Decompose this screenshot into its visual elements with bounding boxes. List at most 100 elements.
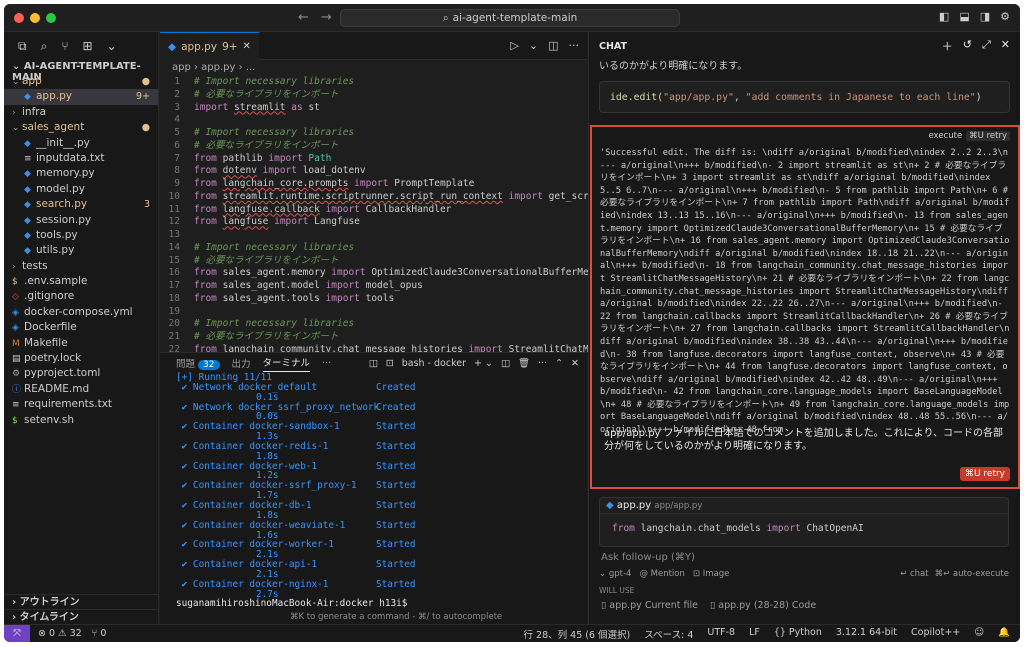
more-icon[interactable]: ··· <box>569 39 580 52</box>
search-icon[interactable]: ⌕ <box>41 39 48 53</box>
language-mode[interactable]: {} Python <box>774 627 822 641</box>
close-icon[interactable]: ✕ <box>1001 38 1010 54</box>
shell-selector[interactable]: bash - docker <box>402 358 466 369</box>
outline-section[interactable]: › アウトライン <box>4 594 158 609</box>
retry-button-secondary[interactable]: ⌘U retry <box>959 467 1010 481</box>
context-code: from langchain.chat_models import ChatOp… <box>600 514 1008 544</box>
tab-problems[interactable]: 問題 32 <box>176 356 220 370</box>
explorer-root-title[interactable]: ⌄ AI-AGENT-TEMPLATE-MAIN <box>4 58 158 83</box>
expand-icon[interactable]: ⤢ <box>982 38 991 54</box>
file-tree-item[interactable]: ⌄ sales_agent ● <box>4 120 158 135</box>
file-tree-item[interactable]: ◆ session.py <box>4 213 158 228</box>
add-terminal-icon[interactable]: + ⌄ <box>474 358 493 369</box>
files-icon[interactable]: ⧉ <box>18 39 27 53</box>
file-tree-item[interactable]: ⓘ README.md <box>4 382 158 397</box>
end-of-line[interactable]: LF <box>749 627 760 641</box>
file-tree-item[interactable]: $ .env.sample <box>4 274 158 289</box>
terminal-output[interactable]: [+] Running 11/11 ✔ Network docker_defau… <box>160 373 587 609</box>
line-number: 3 <box>174 101 180 113</box>
file-tree-item[interactable]: ≡ requirements.txt <box>4 397 158 412</box>
image-button[interactable]: ⊡ Image <box>693 566 729 582</box>
context-code-range[interactable]: ▯ app.py (28-28) Code <box>710 600 816 611</box>
file-tree-item[interactable]: ◇ .gitignore <box>4 289 158 304</box>
cursor-position[interactable]: 行 28、列 45 (6 個選択) <box>524 627 631 641</box>
python-interpreter[interactable]: 3.12.1 64-bit <box>836 627 897 641</box>
ports-status[interactable]: ⑂ 0 <box>92 628 107 639</box>
file-tree-item[interactable]: ◆ search.py 3 <box>4 197 158 212</box>
copilot-status[interactable]: Copilot++ <box>911 627 960 641</box>
accounts-icon[interactable]: ☺ <box>974 627 984 641</box>
follow-up-composer: Ask follow-up (⌘Y) ⌄ gpt-4 @ Mention ⊡ I… <box>599 550 1009 582</box>
panel-more-button[interactable]: ··· <box>322 358 331 369</box>
file-tree-item[interactable]: ◆ __init__.py <box>4 136 158 151</box>
chevron-down-icon[interactable]: ⌄ <box>529 39 538 52</box>
code-view[interactable]: 1 # Import necessary libraries 2 # 必要なライブラリ… <box>160 76 618 357</box>
back-arrow-icon[interactable]: ← <box>298 10 309 25</box>
file-tree-item[interactable]: ◆ memory.py <box>4 166 158 181</box>
chevron-down-icon[interactable]: ⌄ <box>107 39 117 53</box>
model-selector[interactable]: ⌄ gpt-4 <box>599 566 631 582</box>
tool-call-sep: , <box>733 92 746 103</box>
context-file-header[interactable]: ◆ app.py app/app.py <box>600 498 1008 514</box>
file-tree-item[interactable]: ⚙ pyproject.toml <box>4 366 158 381</box>
minimize-window-button[interactable] <box>30 13 40 23</box>
code-line: 12 from langfuse import Langfuse <box>160 216 587 229</box>
follow-up-input[interactable]: Ask follow-up (⌘Y) <box>599 550 1009 566</box>
maximize-panel-icon[interactable]: ⌃ <box>555 358 563 369</box>
timeline-section[interactable]: › タイムライン <box>4 609 158 624</box>
split-terminal-icon[interactable]: ◫ <box>369 358 378 369</box>
close-icon[interactable]: ✕ <box>571 358 579 369</box>
history-icon[interactable]: ↺ <box>963 38 972 54</box>
file-tree-item[interactable]: M Makefile <box>4 336 158 351</box>
mention-button[interactable]: @ Mention <box>639 566 684 582</box>
source-control-icon[interactable]: ⑂ <box>61 39 68 53</box>
file-tree-item[interactable]: ≡ inputdata.txt <box>4 151 158 166</box>
breadcrumb[interactable]: app › app.py › ... <box>160 60 587 76</box>
split-icon[interactable]: ◫ <box>501 358 510 369</box>
tab-app-py[interactable]: ◆ app.py 9+ ✕ <box>160 32 259 60</box>
command-center-search[interactable]: ⌕ ai-agent-template-main <box>340 9 680 27</box>
run-icon[interactable]: ▷ <box>510 39 518 52</box>
file-tree-item[interactable]: $ setenv.sh <box>4 413 158 428</box>
file-tree-item[interactable]: ◆ utils.py <box>4 243 158 258</box>
tab-terminal[interactable]: ターミナル <box>262 355 311 372</box>
python-file-icon: ◆ <box>168 40 177 53</box>
trash-icon[interactable]: 🗑 <box>518 358 530 369</box>
split-editor-icon[interactable]: ◫ <box>548 39 558 52</box>
close-window-button[interactable] <box>14 13 24 23</box>
assistant-message-tail: いるのかがより明確になります。 <box>599 61 748 72</box>
gear-icon[interactable]: ⚙ <box>1000 10 1010 23</box>
zoom-window-button[interactable] <box>46 13 56 23</box>
forward-arrow-icon[interactable]: → <box>321 10 332 25</box>
indentation[interactable]: スペース: 4 <box>644 627 693 641</box>
encoding[interactable]: UTF-8 <box>707 627 735 641</box>
toggle-sidebar-icon[interactable]: ◧ <box>939 10 949 23</box>
file-tree-item[interactable]: ▤ poetry.lock <box>4 351 158 366</box>
toggle-secondary-sidebar-icon[interactable]: ◨ <box>980 10 990 23</box>
nav-arrows: ← → <box>298 10 332 25</box>
extensions-icon[interactable]: ⊞ <box>83 39 93 53</box>
file-tree-item[interactable]: ◈ docker-compose.yml <box>4 305 158 320</box>
terminal-prompt[interactable]: suganamihiroshinoMacBook-Air:docker h13i… <box>176 599 587 609</box>
bell-icon[interactable]: 🔔 <box>998 627 1010 641</box>
chat-submit-button[interactable]: ↵ chat <box>900 566 928 582</box>
file-tree-item[interactable]: ⌄ app ● <box>4 74 158 89</box>
problems-status[interactable]: ⊗ 0 ⚠ 32 <box>38 628 82 639</box>
tab-output[interactable]: 出力 <box>232 356 251 370</box>
toggle-panel-icon[interactable]: ⬓ <box>959 10 969 23</box>
file-tree-item[interactable]: › tests <box>4 259 158 274</box>
file-tree-item[interactable]: ◆ model.py <box>4 182 158 197</box>
auto-execute-button[interactable]: ⌘↵ auto-execute <box>935 566 1009 582</box>
close-icon[interactable]: ✕ <box>243 41 251 52</box>
file-tree-item[interactable]: ◈ Dockerfile <box>4 320 158 335</box>
file-tree-item[interactable]: ◆ tools.py <box>4 228 158 243</box>
retry-button[interactable]: ⌘U retry <box>966 131 1010 141</box>
remote-indicator-icon[interactable]: ⤧ <box>4 624 30 642</box>
more-icon[interactable]: ··· <box>538 358 547 369</box>
new-chat-icon[interactable]: ＋ <box>942 38 953 54</box>
file-tree-item[interactable]: ◆ app.py 9+ <box>4 89 158 105</box>
code-token: # 必要なライブラリをインポート <box>194 88 339 100</box>
code-line: 17 from sales_agent.model import model_op… <box>160 280 587 293</box>
file-tree-item[interactable]: › infra <box>4 105 158 120</box>
context-current-file[interactable]: ▯ app.py Current file <box>601 600 698 611</box>
